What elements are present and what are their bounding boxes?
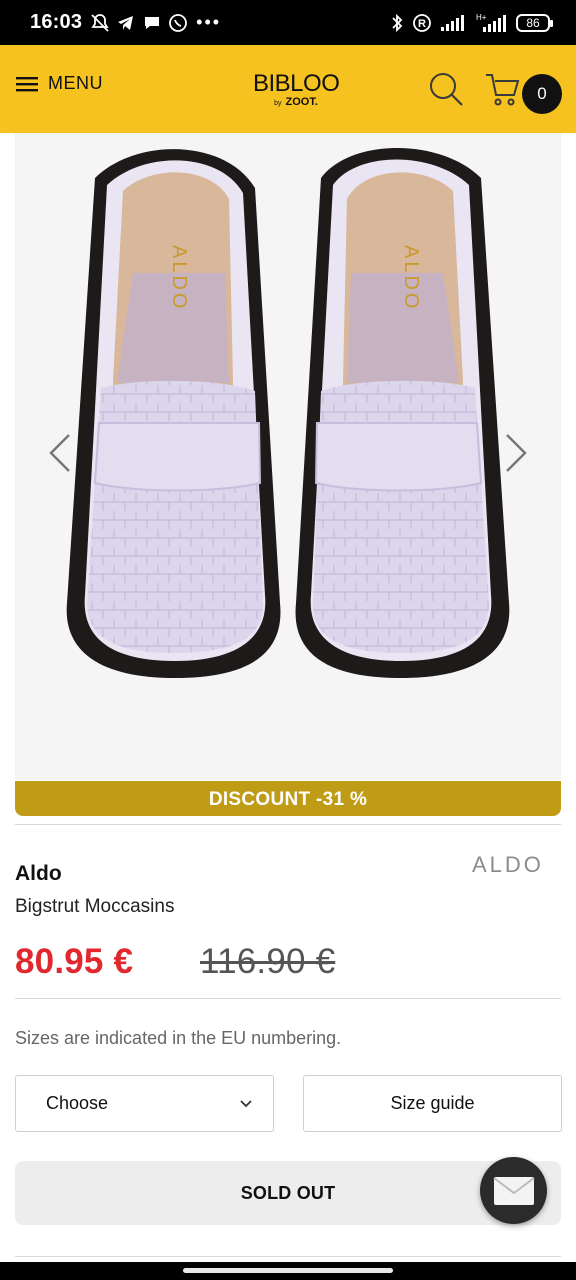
menu-label: MENU [48,73,103,93]
chevron-left-icon [49,434,70,472]
chat-button[interactable] [480,1157,547,1224]
size-select[interactable]: Choose [15,1075,274,1132]
status-bar: 16:03 ••• R H+ 86 [0,0,576,45]
hamburger-icon [16,76,38,91]
svg-text:ALDO: ALDO [168,245,190,311]
signal-icon [441,14,464,31]
logo-sub-text: ZOOT. [285,96,318,108]
site-header: MENU BIBLOO by ZOOT. 0 [0,45,576,133]
mute-bell-icon [91,13,109,32]
chevron-right-icon [506,434,527,472]
cart-count-badge[interactable]: 0 [522,74,562,114]
discount-banner: DISCOUNT -31 % [15,781,561,816]
divider [15,824,561,825]
site-logo[interactable]: BIBLOO by ZOOT. [253,70,340,110]
message-icon [145,16,160,29]
product-brand[interactable]: Aldo [15,862,62,886]
product-image: ALDO ALDO [66,148,510,678]
logo-by-text: by [274,100,282,107]
left-shoe: ALDO [66,149,281,678]
more-dots-icon: ••• [196,12,222,32]
current-price: 80.95 € [15,942,134,981]
logo-main-text: BIBLOO [253,70,340,97]
cart-button[interactable] [484,71,520,112]
size-guide-button[interactable]: Size guide [303,1075,562,1132]
menu-button[interactable]: MENU [16,73,103,94]
gallery-prev-arrow[interactable] [47,433,73,478]
search-icon [430,73,463,106]
size-note: Sizes are indicated in the EU numbering. [15,1028,342,1048]
product-name: Bigstrut Moccasins [15,896,175,917]
signal-hplus-icon: H+ [476,13,506,32]
old-price: 116.90 € [200,942,336,981]
logo-sub: by ZOOT. [253,96,339,110]
size-select-value: Choose [46,1093,109,1113]
svg-text:H+: H+ [476,13,487,22]
brand-logo[interactable]: ALDO [472,852,544,878]
divider [15,998,561,999]
gallery-next-arrow[interactable] [503,433,529,478]
status-time: 16:03 [30,11,83,33]
search-button[interactable] [428,71,464,112]
bluetooth-icon [392,13,403,32]
viber-icon [169,13,188,32]
home-gesture-handle[interactable] [183,1268,393,1273]
battery-icon: 86 [516,13,553,32]
right-shoe: ALDO [295,148,510,678]
cart-icon [486,74,520,106]
divider [15,1256,561,1257]
svg-text:R: R [418,18,426,30]
svg-text:ALDO: ALDO [400,245,422,311]
envelope-icon [492,1176,535,1205]
telegram-icon [118,15,134,30]
notification-icons [90,13,188,33]
chevron-down-icon [240,1099,252,1107]
system-nav-bar [0,1262,576,1280]
product-image-gallery[interactable]: ALDO ALDO [15,133,561,780]
registered-icon: R [413,13,431,32]
